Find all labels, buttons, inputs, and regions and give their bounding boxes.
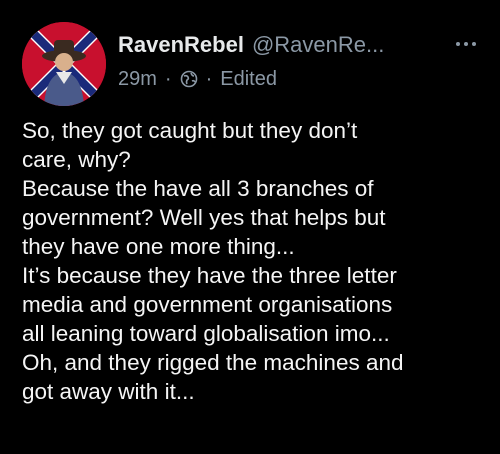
post-body-line: care, why? — [22, 147, 131, 172]
globe-icon — [180, 70, 198, 88]
more-horizontal-icon[interactable] — [456, 34, 476, 54]
post-card: RavenRebel @RavenRe... 29m · · Edited So… — [0, 0, 500, 454]
meta-separator: · — [164, 67, 172, 90]
post-header: RavenRebel @RavenRe... 29m · · Edited — [118, 30, 480, 92]
post-body-line: So, they got caught but they don’t — [22, 118, 358, 143]
author-row: RavenRebel @RavenRe... — [118, 30, 480, 60]
post-meta: 29m · · Edited — [118, 66, 480, 92]
post-body-line: got away with it... — [22, 379, 195, 404]
edited-label[interactable]: Edited — [220, 68, 277, 91]
post-body-line: Oh, and they rigged the machines and — [22, 350, 404, 375]
post-body-line: all leaning toward globalisation imo... — [22, 321, 390, 346]
post-body-line: It’s because they have the three letter — [22, 263, 397, 288]
post-body-line: government? Well yes that helps but — [22, 205, 386, 230]
post-body: So, they got caught but they don’t care,… — [22, 116, 492, 406]
post-body-line: media and government organisations — [22, 292, 393, 317]
meta-separator-2: · — [205, 67, 213, 90]
author-handle[interactable]: @RavenRe... — [252, 32, 384, 58]
post-timestamp[interactable]: 29m — [118, 68, 157, 91]
avatar[interactable] — [22, 22, 106, 106]
post-body-line: Because the have all 3 branches of — [22, 176, 374, 201]
post-body-line: they have one more thing... — [22, 234, 295, 259]
author-display-name[interactable]: RavenRebel — [118, 32, 244, 58]
